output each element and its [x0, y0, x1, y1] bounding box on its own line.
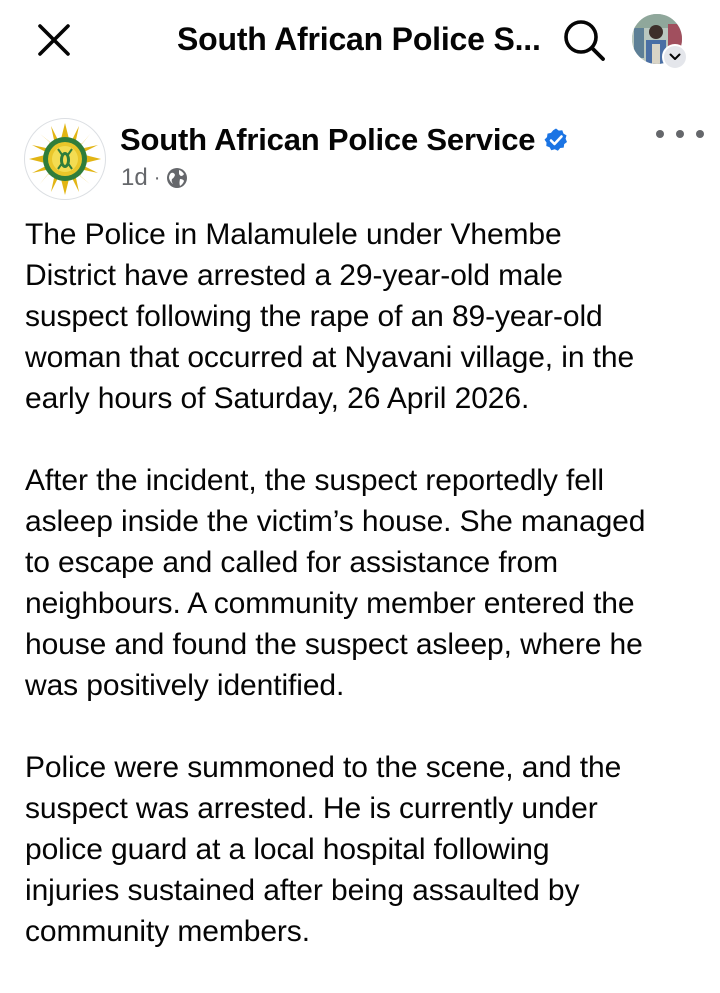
more-dots-icon: [656, 130, 664, 138]
profile-menu-button[interactable]: [628, 12, 688, 70]
verified-badge-icon: [544, 128, 568, 151]
page-name[interactable]: South African Police Service: [120, 122, 536, 158]
page-avatar[interactable]: [24, 118, 106, 200]
chevron-down-icon: [662, 44, 688, 70]
post-paragraph: The Police in Malamulele under Vhembe Di…: [25, 218, 635, 415]
close-icon: [38, 24, 70, 56]
more-dots-icon: [676, 130, 684, 138]
meta-separator: ·: [153, 166, 161, 189]
post-time[interactable]: 1d: [121, 164, 148, 192]
page-name-row: South African Police Service: [120, 120, 569, 160]
saps-logo-icon: [29, 123, 101, 195]
post-paragraph: After the incident, the suspect reported…: [25, 464, 646, 702]
post-paragraph: Police were summoned to the scene, and t…: [25, 751, 622, 948]
search-button[interactable]: [560, 16, 608, 64]
page-title: South African Police S...: [177, 21, 541, 57]
post-body: The Police in Malamulele under Vhembe Di…: [25, 214, 705, 993]
more-options-button[interactable]: [656, 122, 704, 146]
search-icon: [564, 20, 605, 61]
post-header: South African Police Service 1d ·: [0, 108, 720, 204]
more-dots-icon: [696, 130, 704, 138]
top-bar: South African Police S...: [0, 0, 720, 80]
post-meta: 1d ·: [121, 162, 188, 194]
globe-icon[interactable]: [166, 167, 188, 189]
close-button[interactable]: [34, 20, 74, 60]
